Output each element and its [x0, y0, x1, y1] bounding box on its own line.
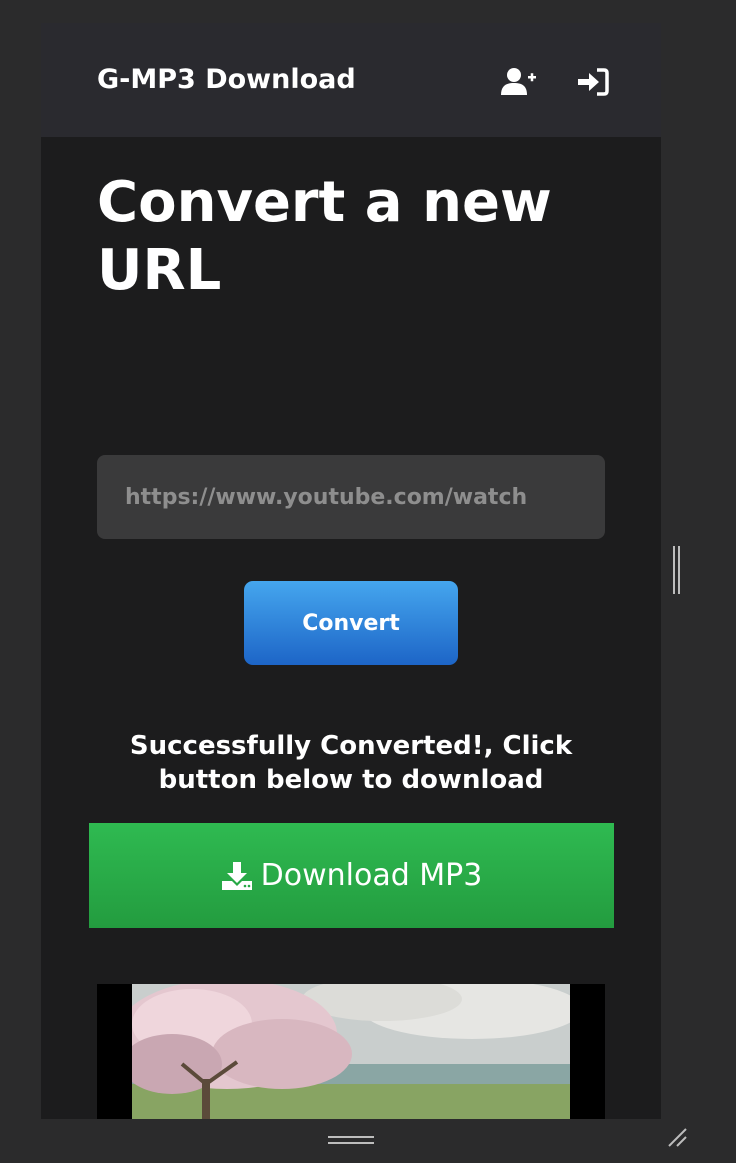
bottom-bar — [0, 1119, 736, 1163]
video-thumbnail[interactable] — [97, 984, 605, 1119]
page-title: Convert a new URL — [97, 170, 552, 303]
sign-in-icon[interactable] — [575, 65, 615, 99]
scroll-indicator[interactable] — [672, 546, 682, 594]
user-plus-icon[interactable] — [499, 65, 539, 99]
thumbnail-painting — [132, 984, 570, 1119]
url-input[interactable] — [97, 455, 605, 539]
download-icon — [221, 861, 253, 891]
brand-title[interactable]: G-MP3 Download — [97, 63, 356, 97]
navbar: G-MP3 Download — [41, 23, 661, 137]
resize-handle-icon[interactable] — [666, 1125, 690, 1149]
drag-handle-icon[interactable] — [328, 1131, 374, 1144]
app-frame: G-MP3 Download Convert a new URL Convert… — [41, 23, 661, 1119]
success-message: Successfully Converted!, Click button be… — [129, 731, 573, 795]
convert-button[interactable]: Convert — [244, 581, 458, 665]
download-mp3-button[interactable]: Download MP3 — [89, 823, 614, 928]
download-label: Download MP3 — [260, 858, 483, 893]
